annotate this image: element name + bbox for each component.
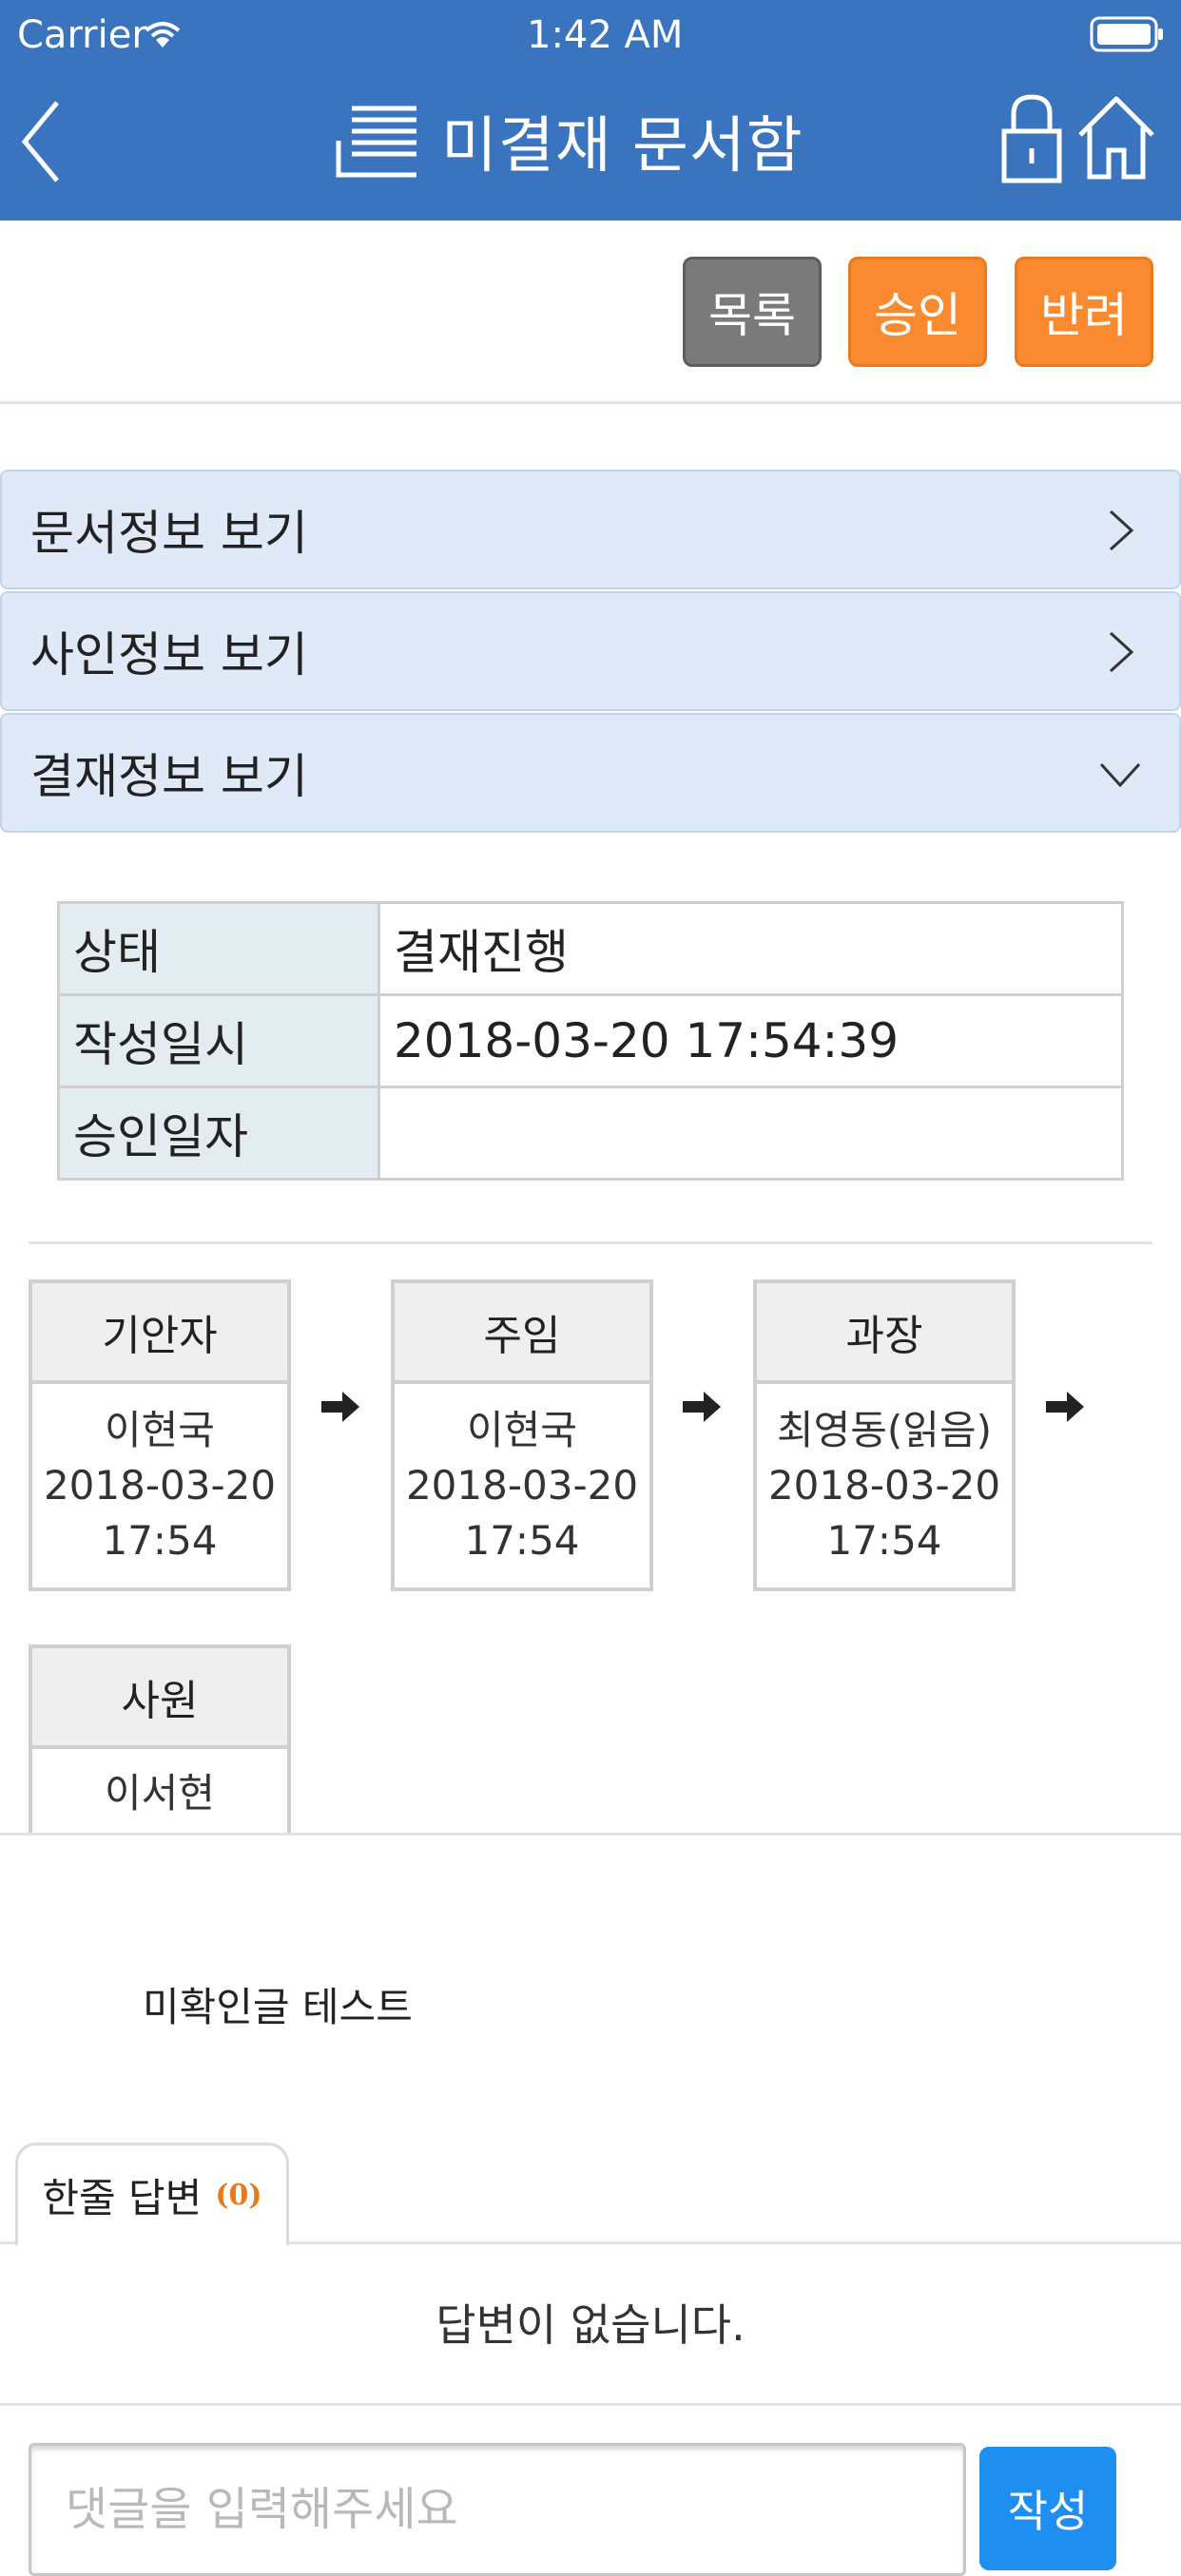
approval-info-table: 상태 결재진행 작성일시 2018-03-20 17:54:39 승인일자 — [57, 901, 1124, 1181]
approver-role: 주임 — [395, 1283, 649, 1384]
accordion-sign-info[interactable]: 사인정보 보기 — [0, 591, 1181, 711]
approver-time: 17:54 — [464, 1517, 580, 1564]
approver-name: 이서현 — [105, 1770, 215, 1817]
back-chevron-icon[interactable] — [19, 99, 63, 184]
approver-card: 기안자 이현국 2018-03-20 17:54 — [29, 1279, 291, 1591]
accordion-document-info[interactable]: 문서정보 보기 — [0, 470, 1181, 589]
empty-replies-message: 답변이 없습니다. — [436, 2299, 745, 2351]
approver-date: 2018-03-20 — [43, 1462, 277, 1509]
table-value-cell: 2018-03-20 17:54:39 — [378, 993, 1124, 1088]
status-time: 1:42 AM — [527, 13, 684, 57]
list-button[interactable]: 목록 — [683, 257, 822, 367]
accordion-label: 사인정보 보기 — [30, 627, 308, 682]
approver-date: 2018-03-20 — [405, 1462, 639, 1509]
arrow-right-icon — [683, 1392, 721, 1422]
reply-count-badge: (0) — [215, 2179, 262, 2212]
page-title: 미결재 문서함 — [441, 111, 803, 182]
approver-card: 주임 이현국 2018-03-20 17:54 — [391, 1279, 653, 1591]
navigation-header: Carrier 1:42 AM 미결재 문서함 — [0, 0, 1181, 221]
table-key-cell: 작성일시 — [57, 993, 380, 1088]
approver-time: 17:54 — [102, 1517, 218, 1564]
approver-card: 과장 최영동(읽음) 2018-03-20 17:54 — [753, 1279, 1016, 1591]
wifi-icon — [145, 22, 181, 48]
comment-input[interactable] — [29, 2443, 966, 2576]
approve-button[interactable]: 승인 — [848, 257, 987, 367]
approver-name: 최영동(읽음) — [777, 1407, 992, 1453]
home-icon[interactable] — [1076, 95, 1156, 181]
chevron-right-icon — [1109, 509, 1134, 551]
reject-button[interactable]: 반려 — [1015, 257, 1153, 367]
table-row: 승인일자 — [57, 1086, 1124, 1181]
approver-role: 사원 — [32, 1648, 287, 1749]
approver-details: 최영동(읽음) 2018-03-20 17:54 — [757, 1384, 1012, 1568]
scroll-area-divider — [0, 1833, 1181, 1836]
approver-role: 과장 — [757, 1283, 1012, 1384]
tab-label: 한줄 답변 — [42, 2175, 203, 2221]
lock-icon[interactable] — [1000, 93, 1063, 184]
section-divider — [29, 1241, 1152, 1244]
submit-comment-button[interactable]: 작성 — [979, 2447, 1116, 2570]
approver-details: 이현국 2018-03-20 17:54 — [395, 1384, 649, 1568]
approver-details: 이서현 — [32, 1749, 287, 1821]
toolbar-divider — [0, 401, 1181, 404]
arrow-right-icon — [321, 1392, 359, 1422]
table-value-cell: 결재진행 — [378, 901, 1124, 996]
document-body-text: 미확인글 테스트 — [143, 1984, 413, 2030]
approver-role: 기안자 — [32, 1283, 287, 1384]
chevron-right-icon — [1109, 631, 1134, 673]
approver-card: 사원 이서현 — [29, 1644, 291, 1835]
approver-date: 2018-03-20 — [767, 1462, 1001, 1509]
approver-name: 이현국 — [467, 1407, 577, 1453]
comment-input-divider — [0, 2403, 1181, 2406]
accordion-label: 문서정보 보기 — [30, 506, 308, 561]
battery-icon — [1090, 16, 1163, 52]
document-list-icon — [336, 106, 416, 178]
carrier-label: Carrier — [17, 13, 147, 57]
approver-name: 이현국 — [105, 1407, 215, 1453]
page-title-group: 미결재 문서함 — [335, 93, 803, 188]
table-row: 작성일시 2018-03-20 17:54:39 — [57, 993, 1124, 1088]
approver-time: 17:54 — [826, 1517, 942, 1564]
accordion-approval-info[interactable]: 결재정보 보기 — [0, 713, 1181, 833]
accordion-label: 결재정보 보기 — [30, 749, 308, 804]
table-row: 상태 결재진행 — [57, 901, 1124, 996]
table-key-cell: 승인일자 — [57, 1086, 380, 1181]
table-key-cell: 상태 — [57, 901, 380, 996]
arrow-right-icon — [1046, 1392, 1084, 1422]
table-value-cell — [378, 1086, 1124, 1181]
approver-details: 이현국 2018-03-20 17:54 — [32, 1384, 287, 1568]
tab-one-line-reply[interactable]: 한줄 답변 (0) — [15, 2143, 289, 2245]
chevron-down-icon — [1099, 762, 1141, 788]
